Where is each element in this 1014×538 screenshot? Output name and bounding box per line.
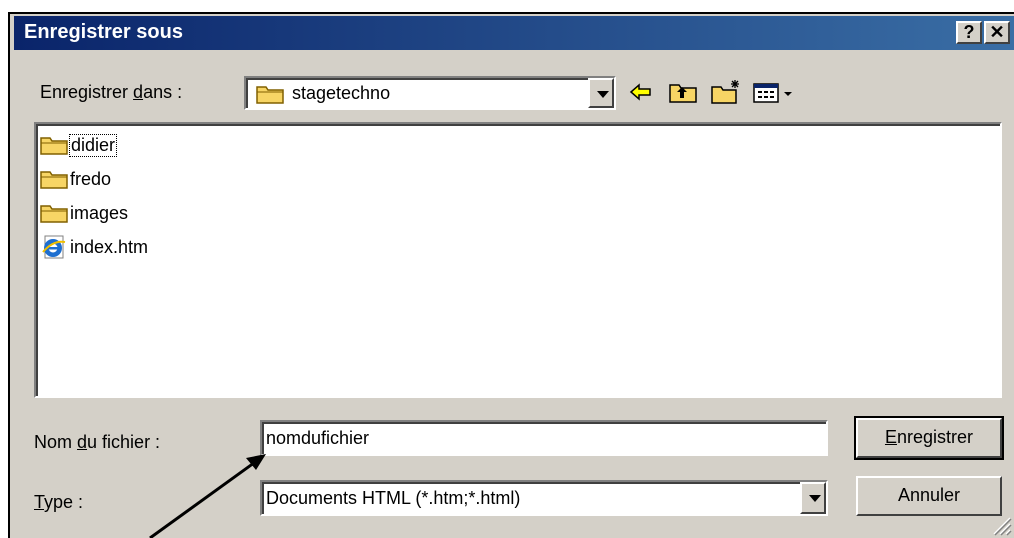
annotation-arrow [149, 454, 266, 538]
